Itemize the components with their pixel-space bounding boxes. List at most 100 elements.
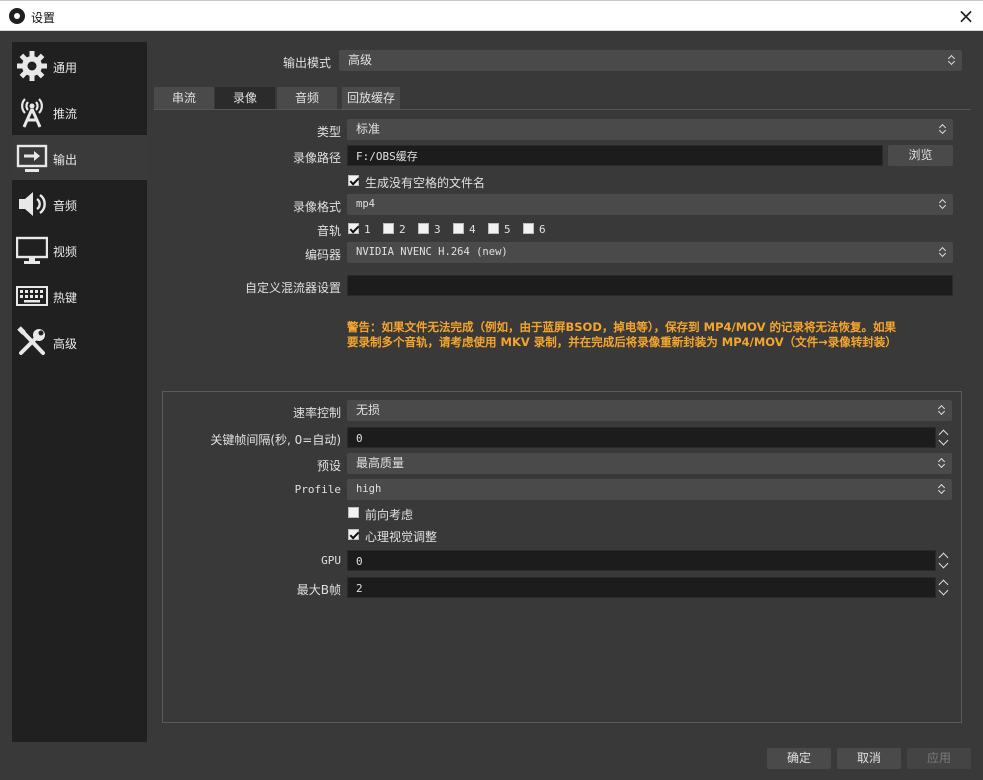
custom-muxer-label: 自定义混流器设置: [244, 281, 341, 295]
sidebar-item-advanced[interactable]: 高级: [12, 319, 147, 364]
psycho-visual-checkbox[interactable]: [348, 529, 359, 540]
tab-recording[interactable]: 录像: [215, 87, 275, 109]
output-mode-label: 输出模式: [282, 56, 331, 70]
rate-control-label: 速率控制: [292, 406, 341, 420]
tools-icon: [17, 326, 45, 355]
tab-replay-buffer[interactable]: 回放缓存: [342, 87, 400, 109]
dropdown-arrows-icon: [939, 245, 948, 260]
no-space-filename-label: 生成没有空格的文件名: [365, 176, 486, 190]
output-mode-select[interactable]: 高级: [339, 50, 962, 71]
type-label: 类型: [316, 125, 341, 139]
keyframe-interval-label: 关键帧间隔(秒, 0=自动): [210, 433, 341, 447]
sidebar-item-label: 视频: [53, 245, 78, 259]
encoder-value: NVIDIA NVENC H.264 (new): [356, 246, 508, 258]
profile-value: high: [356, 483, 382, 495]
max-bframes-stepper[interactable]: [937, 577, 951, 598]
rate-control-select[interactable]: 无损: [347, 400, 952, 421]
track-2-label: 2: [399, 223, 406, 236]
tab-stream[interactable]: 串流: [154, 87, 214, 109]
speaker-icon: [19, 192, 46, 216]
sidebar-item-label: 高级: [53, 337, 78, 351]
format-label: 录像格式: [292, 200, 341, 214]
preset-select[interactable]: 最高质量: [347, 453, 952, 474]
mp4-warning-text: 警告：如果文件无法完成（例如，由于蓝屏BSOD，掉电等），保存到 MP4/MOV…: [347, 320, 957, 350]
recording-type-select[interactable]: 标准: [347, 119, 953, 140]
recording-format-select[interactable]: mp4: [347, 194, 953, 215]
decrement-arrow-icon[interactable]: [939, 438, 948, 447]
close-button[interactable]: ×: [954, 4, 978, 28]
sidebar-item-hotkeys[interactable]: 热键: [12, 273, 147, 318]
output-mode-value: 高级: [348, 53, 373, 67]
recording-format-value: mp4: [356, 198, 375, 210]
title-bar: 设置 ×: [0, 0, 983, 31]
track-1-checkbox[interactable]: [348, 223, 359, 234]
cancel-button[interactable]: 取消: [837, 748, 901, 769]
gear-icon: [17, 51, 47, 81]
sidebar-item-audio[interactable]: 音频: [12, 181, 147, 226]
gpu-label: GPU: [321, 554, 341, 567]
audio-tracks-label: 音轨: [316, 224, 341, 238]
recording-type-value: 标准: [356, 122, 381, 136]
psycho-visual-label: 心理视觉调整: [365, 530, 438, 544]
dropdown-arrows-icon: [938, 403, 947, 418]
preset-value: 最高质量: [356, 456, 405, 470]
obs-logo-icon: [9, 8, 25, 24]
max-bframes-label: 最大B帧: [296, 583, 341, 597]
keyboard-icon: [16, 286, 48, 306]
keyframe-interval-input[interactable]: 0: [347, 427, 936, 448]
sidebar-item-label: 音频: [53, 199, 78, 213]
track-2-checkbox[interactable]: [383, 223, 394, 234]
warning-line: 警告：如果文件无法完成（例如，由于蓝屏BSOD，掉电等），保存到 MP4/MOV…: [347, 320, 897, 334]
preset-label: 预设: [316, 459, 341, 473]
sidebar-item-label: 推流: [53, 107, 78, 121]
sidebar-item-label: 通用: [53, 61, 78, 75]
lookahead-checkbox[interactable]: [348, 507, 359, 518]
sidebar-item-output[interactable]: 输出: [12, 135, 147, 180]
profile-select[interactable]: high: [347, 479, 952, 500]
track-3-label: 3: [434, 223, 441, 236]
warning-line: 要录制多个音轨，请考虑使用 MKV 录制，并在完成后将录像重新封装为 MP4/M…: [347, 335, 897, 349]
sidebar-item-video[interactable]: 视频: [12, 227, 147, 272]
track-1-label: 1: [364, 223, 371, 236]
dropdown-arrows-icon: [939, 122, 948, 137]
track-6-checkbox[interactable]: [523, 223, 534, 234]
profile-label: Profile: [294, 483, 341, 496]
dropdown-arrows-icon: [938, 482, 947, 497]
sidebar-item-stream[interactable]: 推流: [12, 89, 147, 134]
settings-sidebar: 通用 推流 输出 音频 视频 热键 高级: [12, 42, 147, 742]
gpu-stepper[interactable]: [937, 550, 951, 571]
antenna-icon: [21, 98, 43, 128]
ok-button[interactable]: 确定: [767, 748, 831, 769]
track-4-checkbox[interactable]: [453, 223, 464, 234]
dropdown-arrows-icon: [939, 197, 948, 212]
sidebar-item-general[interactable]: 通用: [12, 43, 147, 88]
recording-path-input[interactable]: F:/OBS缓存: [347, 145, 883, 166]
rate-control-value: 无损: [356, 403, 381, 417]
track-5-checkbox[interactable]: [488, 223, 499, 234]
tab-divider: [154, 109, 971, 110]
window-title: 设置: [31, 11, 56, 25]
sidebar-item-label: 热键: [53, 291, 78, 305]
gpu-input[interactable]: 0: [347, 550, 936, 571]
track-6-label: 6: [539, 223, 546, 236]
dropdown-arrows-icon: [948, 53, 957, 68]
encoder-select[interactable]: NVIDIA NVENC H.264 (new): [347, 242, 953, 263]
sidebar-item-label: 输出: [53, 153, 78, 167]
lookahead-label: 前向考虑: [365, 508, 414, 522]
browse-button[interactable]: 浏览: [888, 145, 953, 166]
tab-audio[interactable]: 音频: [277, 87, 337, 109]
track-4-label: 4: [469, 223, 476, 236]
no-space-filename-checkbox[interactable]: [348, 175, 359, 186]
decrement-arrow-icon[interactable]: [939, 588, 948, 597]
output-icon: [16, 144, 48, 172]
path-label: 录像路径: [292, 151, 341, 165]
encoder-label: 编码器: [304, 248, 341, 262]
keyframe-interval-stepper[interactable]: [937, 427, 951, 448]
apply-button[interactable]: 应用: [907, 748, 971, 769]
track-5-label: 5: [504, 223, 511, 236]
monitor-icon: [16, 236, 48, 264]
track-3-checkbox[interactable]: [418, 223, 429, 234]
max-bframes-input[interactable]: 2: [347, 577, 936, 598]
custom-muxer-input[interactable]: [347, 275, 953, 296]
decrement-arrow-icon[interactable]: [939, 561, 948, 570]
